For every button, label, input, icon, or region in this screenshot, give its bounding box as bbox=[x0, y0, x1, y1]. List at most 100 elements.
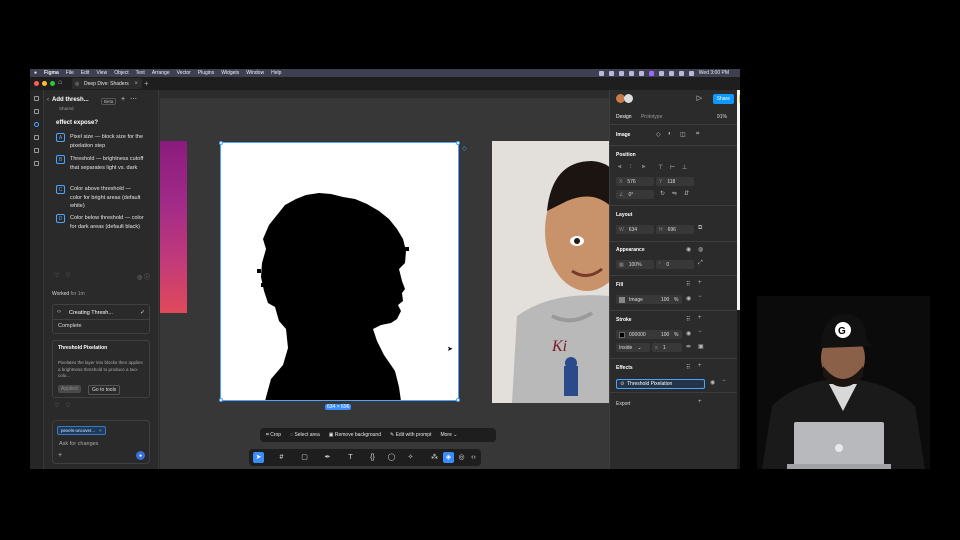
close-tab-icon[interactable]: × bbox=[134, 81, 138, 87]
menu-file[interactable]: File bbox=[66, 70, 74, 76]
thumbs-down-icon[interactable]: ♡ bbox=[65, 403, 70, 409]
styles-icon[interactable]: ⠿ bbox=[686, 316, 690, 323]
effect-settings-icon[interactable]: ⚙ bbox=[620, 381, 624, 387]
actions-tool-icon[interactable]: ✧ bbox=[405, 452, 416, 463]
menu-arrange[interactable]: Arrange bbox=[152, 70, 170, 76]
resize-handle[interactable] bbox=[456, 141, 460, 145]
status-icon[interactable] bbox=[618, 70, 624, 76]
tab-design[interactable]: Design bbox=[616, 114, 632, 120]
align-center-icon[interactable]: ⫶ bbox=[630, 164, 632, 171]
blend-mode-icon[interactable]: ◍ bbox=[698, 246, 703, 253]
option-b[interactable]: B Threshold — brightness cutoff that sep… bbox=[56, 155, 144, 172]
eye-icon[interactable]: ◉ bbox=[710, 379, 715, 386]
crop-button[interactable]: ⌗ Crop bbox=[266, 432, 281, 438]
status-icon[interactable] bbox=[628, 70, 634, 76]
frame-gradient-image[interactable] bbox=[160, 141, 187, 313]
option-c[interactable]: C Color above threshold — color for brig… bbox=[56, 185, 144, 211]
status-icon[interactable] bbox=[608, 70, 614, 76]
remove-background-button[interactable]: ▣ Remove background bbox=[329, 432, 381, 438]
code-tool-icon[interactable]: {} bbox=[367, 452, 378, 463]
design-mode-icon[interactable]: ◈ bbox=[443, 452, 454, 463]
task-card[interactable]: ‹› Creating Thresh... ✓ Complete bbox=[52, 304, 150, 334]
menu-plugins[interactable]: Plugins bbox=[198, 70, 214, 76]
plugins-icon[interactable] bbox=[34, 135, 39, 140]
ai-tool-icon[interactable]: ⁂ bbox=[429, 452, 440, 463]
menu-object[interactable]: Object bbox=[114, 70, 128, 76]
more-options-icon[interactable]: ⋯ bbox=[130, 95, 137, 103]
layers-icon[interactable] bbox=[34, 96, 39, 101]
go-to-tools-button[interactable]: Go to tools bbox=[88, 385, 121, 395]
shape-tool-icon[interactable]: ▢ bbox=[299, 452, 310, 463]
text-tool-icon[interactable]: T bbox=[345, 452, 356, 463]
add-effect-icon[interactable]: + bbox=[698, 363, 702, 369]
canvas[interactable]: ◇ 634 × 696 ➤ Ki bbox=[160, 98, 609, 469]
status-icon[interactable] bbox=[598, 70, 604, 76]
control-center-icon[interactable] bbox=[688, 70, 694, 76]
fill-row[interactable]: Image 100 % bbox=[616, 295, 682, 304]
add-fill-icon[interactable]: + bbox=[698, 280, 702, 286]
align-right-icon[interactable]: ⫸ bbox=[642, 164, 645, 171]
remove-attachment-icon[interactable]: × bbox=[99, 428, 102, 433]
menu-edit[interactable]: Edit bbox=[81, 70, 90, 76]
attachment-chip[interactable]: pexels-uncover... × bbox=[57, 426, 106, 435]
option-d[interactable]: D Color below threshold — color for dark… bbox=[56, 214, 144, 231]
zoom-window-button[interactable] bbox=[50, 81, 55, 86]
rotate-icon[interactable]: ↻ bbox=[660, 190, 665, 197]
stroke-settings-icon[interactable]: ⇹ bbox=[686, 343, 691, 350]
stroke-weight-field[interactable]: ≡ 1 bbox=[652, 343, 682, 352]
boolean-icon[interactable]: ◫ bbox=[680, 131, 686, 138]
component-icon[interactable]: ◇ bbox=[656, 131, 661, 138]
chat-input-box[interactable]: pexels-uncover... × Ask for changes + ● bbox=[52, 420, 150, 464]
back-icon[interactable]: ‹ bbox=[47, 97, 49, 103]
stroke-position-select[interactable]: Inside ⌄ bbox=[616, 343, 650, 352]
move-tool-icon[interactable]: ➤ bbox=[253, 452, 264, 463]
wifi-icon[interactable] bbox=[668, 70, 674, 76]
height-field[interactable]: H 696 bbox=[656, 225, 694, 234]
edit-with-prompt-button[interactable]: ✎ Edit with prompt bbox=[390, 432, 431, 438]
styles-icon[interactable]: ⠿ bbox=[686, 281, 690, 288]
status-icon[interactable] bbox=[648, 70, 654, 76]
add-stroke-icon[interactable]: + bbox=[698, 315, 702, 321]
align-left-icon[interactable]: ⫷ bbox=[618, 164, 621, 171]
tab-prototype[interactable]: Prototype bbox=[641, 114, 662, 120]
clock[interactable]: Wed 3:00 PM bbox=[699, 70, 729, 76]
status-icon[interactable] bbox=[638, 70, 644, 76]
close-window-button[interactable] bbox=[34, 81, 39, 86]
avatar[interactable] bbox=[624, 94, 633, 103]
apple-icon[interactable]: ● bbox=[34, 70, 37, 76]
expand-corners-icon[interactable]: ⤢ bbox=[698, 260, 703, 267]
resize-handle[interactable] bbox=[219, 141, 223, 145]
menu-help[interactable]: Help bbox=[271, 70, 281, 76]
mask-icon[interactable]: ◐ bbox=[668, 131, 672, 137]
menu-text[interactable]: Text bbox=[136, 70, 145, 76]
width-field[interactable]: W 634 bbox=[616, 225, 654, 234]
eye-icon[interactable]: ◉ bbox=[686, 330, 691, 337]
share-button[interactable]: Share bbox=[712, 94, 734, 104]
components-icon[interactable] bbox=[34, 148, 39, 153]
thumbs-up-icon[interactable]: ♡ bbox=[54, 403, 59, 409]
styles-icon[interactable]: ⠿ bbox=[686, 364, 690, 371]
new-chat-button[interactable]: + bbox=[121, 96, 125, 103]
home-icon[interactable]: ⌂ bbox=[58, 79, 62, 86]
frame-tool-icon[interactable]: # bbox=[276, 452, 287, 463]
tab-file[interactable]: ◎ Deep Dive: Shaders × bbox=[72, 78, 142, 89]
settings-icon[interactable] bbox=[34, 161, 39, 166]
zoom-level[interactable]: 91% bbox=[717, 114, 727, 120]
menu-app[interactable]: Figma bbox=[44, 70, 59, 76]
crop-icon[interactable]: ⌗ bbox=[696, 131, 699, 138]
new-tab-button[interactable]: + bbox=[144, 79, 149, 88]
rotate-handle-icon[interactable]: ◇ bbox=[462, 145, 467, 152]
pen-tool-icon[interactable]: ✒ bbox=[322, 452, 333, 463]
y-field[interactable]: Y 118 bbox=[656, 177, 694, 186]
add-export-icon[interactable]: + bbox=[698, 399, 702, 405]
comment-tool-icon[interactable]: ◯ bbox=[386, 452, 397, 463]
chat-input[interactable]: Ask for changes bbox=[59, 441, 98, 447]
option-a[interactable]: A Pixel size — block size for the pixela… bbox=[56, 133, 144, 150]
selected-image-frame[interactable] bbox=[220, 142, 459, 401]
align-bottom-icon[interactable]: ⊥ bbox=[682, 164, 687, 171]
frame-photo[interactable]: Ki bbox=[492, 141, 609, 403]
resize-handle[interactable] bbox=[456, 398, 460, 402]
more-button[interactable]: More ⌄ bbox=[440, 432, 457, 438]
microphone-icon[interactable]: ● bbox=[136, 451, 145, 460]
flip-vertical-icon[interactable]: ⇵ bbox=[684, 190, 689, 197]
